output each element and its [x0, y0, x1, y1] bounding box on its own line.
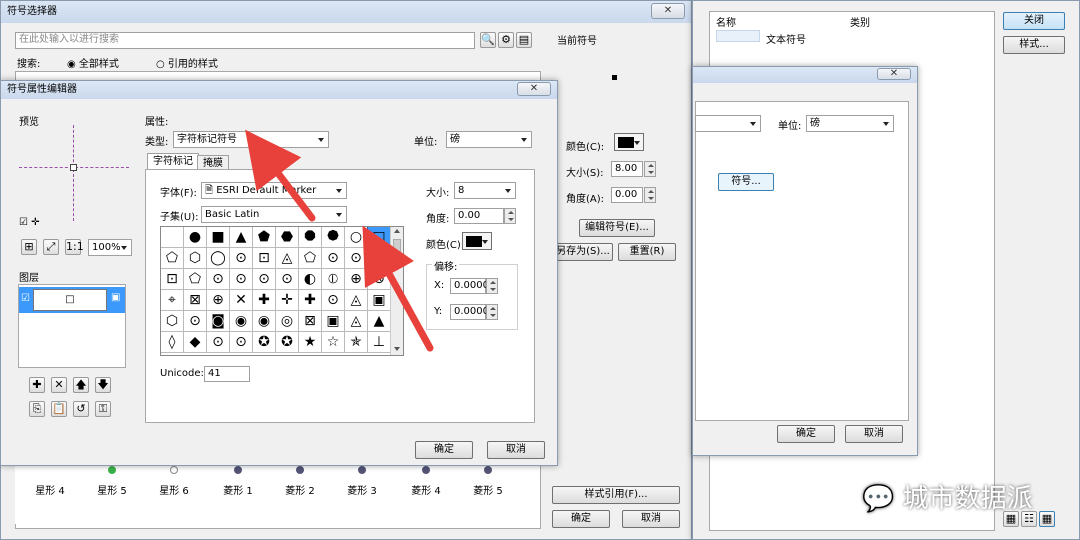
annotation-arrow-glyph: [362, 225, 434, 352]
wechat-icon: 💬: [862, 484, 895, 514]
annotation-arrow-type: [245, 129, 316, 222]
annotation-arrows: [245, 129, 434, 352]
watermark: 💬 城市数据派: [862, 484, 1033, 514]
